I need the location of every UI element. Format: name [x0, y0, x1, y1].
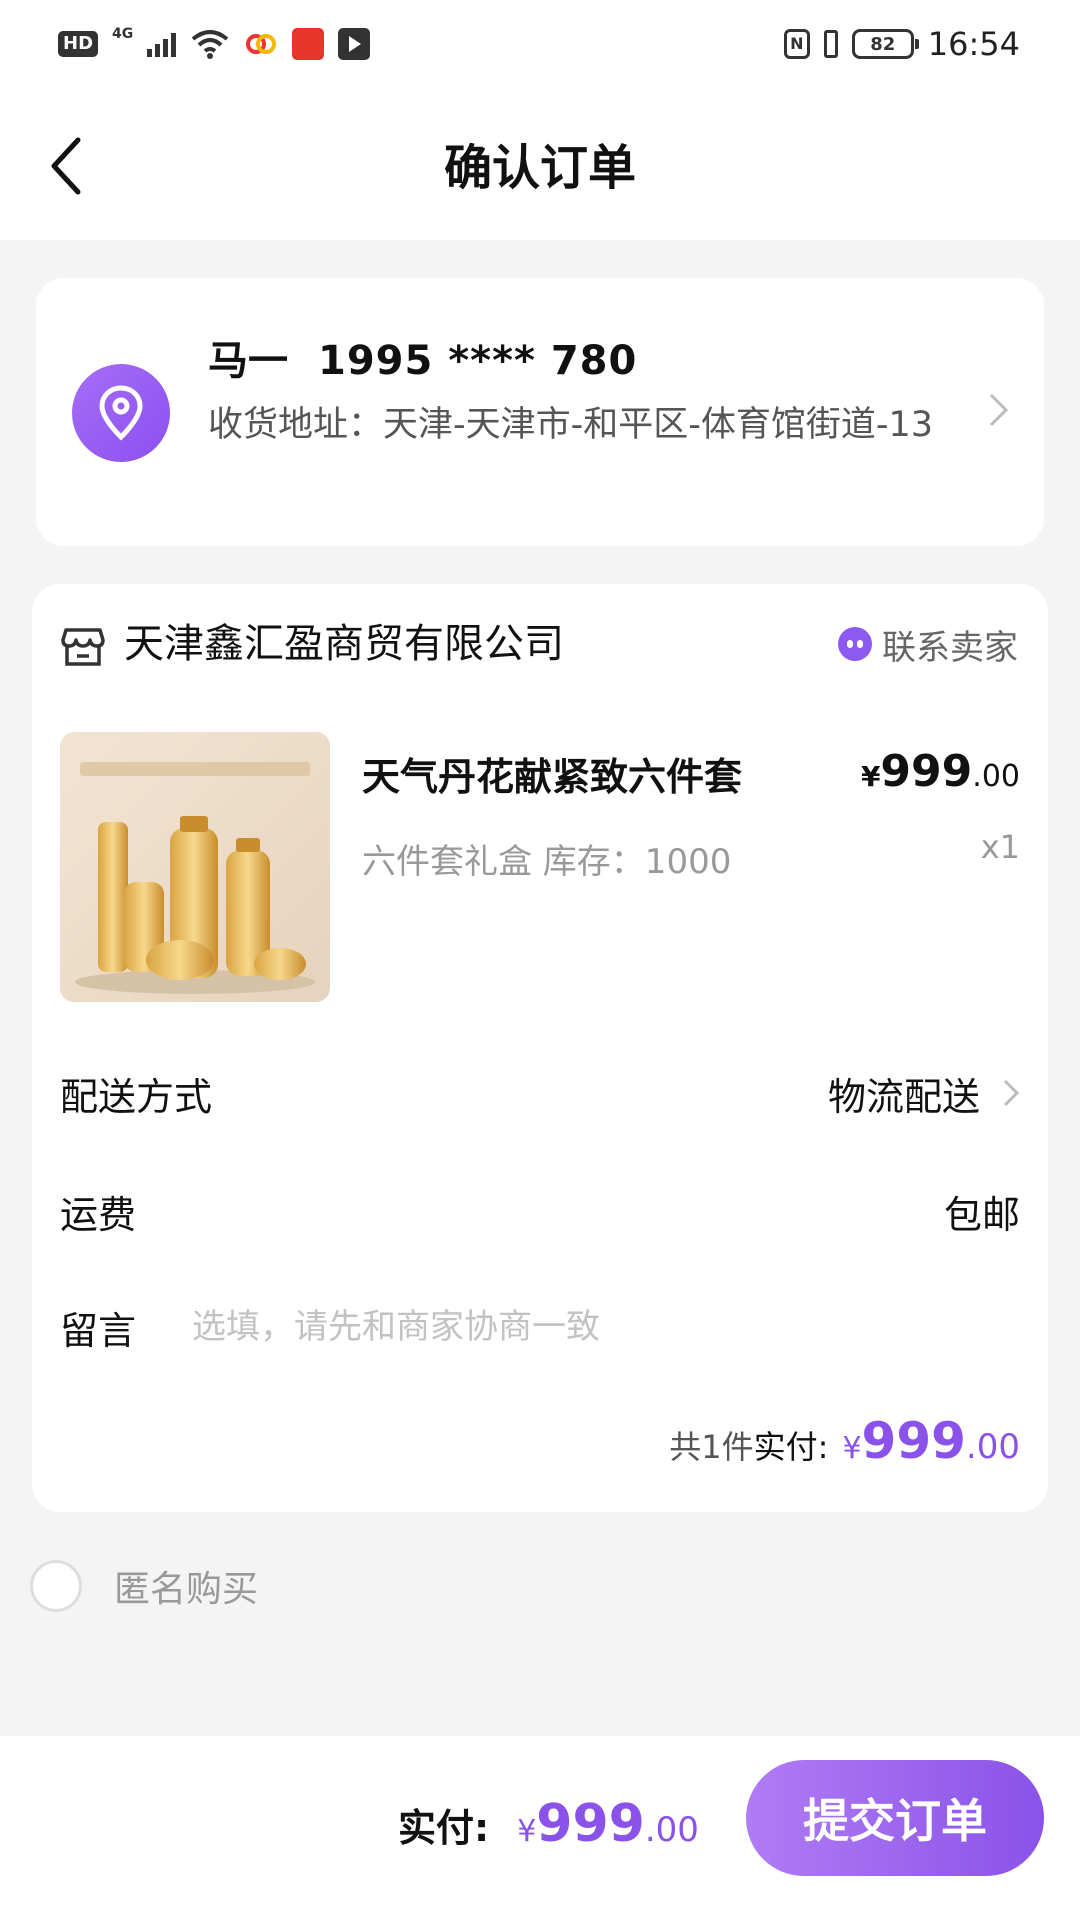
video-app-notification-icon [338, 28, 371, 60]
product-spec: 六件套礼盒 库存：1000 [362, 842, 732, 882]
order-card: 天津鑫汇盈商贸有限公司 联系卖家 天气丹花献紧致六件套 ¥999.00 六件套礼… [32, 584, 1048, 1512]
cellular-signal-icon [147, 31, 177, 57]
payment-total: 实付: ¥999.00 [398, 1794, 699, 1854]
delivery-method-label: 配送方式 [60, 1074, 213, 1119]
payment-total-label: 实付: [398, 1806, 490, 1850]
nav-bar: 确认订单 [0, 96, 1080, 240]
remark-input[interactable] [190, 1306, 1020, 1348]
status-right-icons: N 82 16:54 [783, 22, 1020, 66]
order-total: 共1件 实付: ¥999.00 [669, 1412, 1020, 1470]
hd-icon: HD [58, 31, 99, 57]
address-card[interactable]: 马一 1995 **** 780 收货地址：天津-天津市-和平区-体育馆街道-13 [36, 278, 1044, 546]
page-title: 确认订单 [443, 140, 636, 196]
anonymous-purchase-label: 匿名购买 [114, 1569, 259, 1610]
remark-label: 留言 [60, 1308, 137, 1353]
battery-icon: 82 [851, 29, 919, 59]
recipient-phone: 1995 **** 780 [318, 338, 638, 384]
shipping-address: 收货地址：天津-天津市-和平区-体育馆街道-13 [208, 405, 934, 445]
nfc-icon: N [783, 29, 810, 59]
recipient-header: 马一 1995 **** 780 [208, 328, 637, 386]
order-total-amount: 999 [861, 1412, 966, 1470]
shop-icon [61, 628, 105, 666]
delivery-method-value: 物流配送 [827, 1074, 980, 1119]
payment-total-amount: 999 [536, 1794, 645, 1854]
status-bar: HD 4G N 82 16:54 [0, 0, 1080, 96]
shipping-fee-row: 运费 包邮 [60, 1176, 1020, 1246]
contact-seller-label: 联系卖家 [882, 627, 1018, 668]
wifi-icon [191, 30, 229, 59]
delivery-method-row[interactable]: 配送方式 物流配送 [60, 1058, 1020, 1128]
vibrate-icon [823, 30, 838, 58]
anonymous-purchase-option[interactable]: 匿名购买 [30, 1560, 258, 1612]
bottom-bar: 实付: ¥999.00 提交订单 [0, 1736, 1080, 1920]
status-time: 16:54 [927, 25, 1020, 63]
red-app-notification-icon [292, 28, 325, 60]
chat-icon [838, 627, 872, 661]
recipient-name: 马一 [208, 338, 288, 384]
chevron-right-icon [1003, 1079, 1020, 1107]
shipping-fee-value: 包邮 [943, 1192, 1020, 1237]
submit-order-button[interactable]: 提交订单 [746, 1760, 1044, 1876]
contact-seller-button[interactable]: 联系卖家 [838, 616, 1018, 672]
remark-row: 留言 [60, 1292, 1020, 1362]
item-count: 共1件 [669, 1428, 754, 1466]
chevron-right-icon [989, 393, 1009, 427]
product-price: ¥999.00 [860, 746, 1020, 797]
shop-name: 天津鑫汇盈商贸有限公司 [124, 621, 564, 667]
anonymous-radio[interactable] [30, 1560, 82, 1612]
shipping-fee-label: 运费 [60, 1192, 137, 1237]
order-total-label: 实付: [753, 1428, 829, 1466]
location-pin-icon [72, 364, 170, 462]
app-notification-icon [246, 34, 277, 54]
product-quantity: x1 [980, 828, 1020, 866]
product-name: 天气丹花献紧致六件套 [362, 755, 743, 799]
status-left-icons: HD 4G [58, 22, 371, 66]
network-type-label: 4G [112, 26, 134, 42]
product-image[interactable] [60, 732, 330, 1002]
